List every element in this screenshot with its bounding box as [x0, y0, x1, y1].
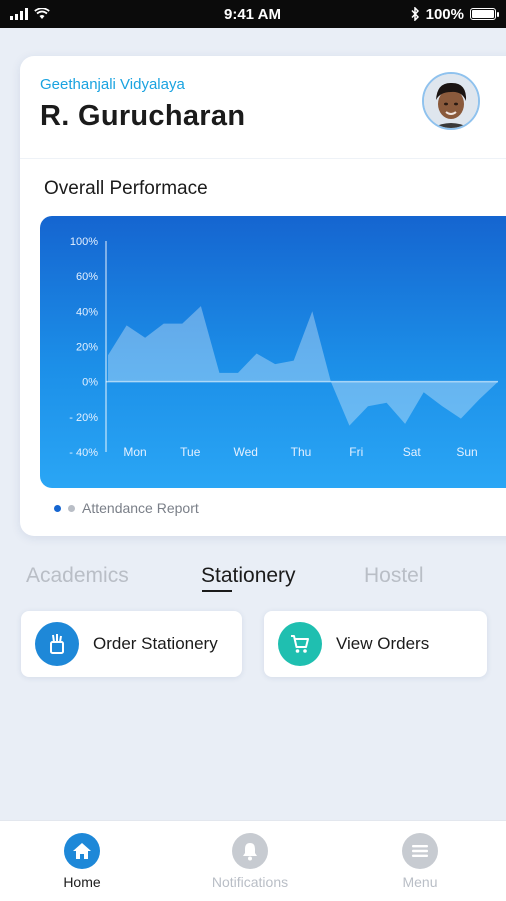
- legend-label: Attendance Report: [82, 500, 199, 516]
- x-tick-label: Thu: [291, 445, 312, 459]
- view-orders-button[interactable]: View Orders: [264, 611, 487, 677]
- x-tick-label: Mon: [123, 445, 146, 459]
- avatar[interactable]: [422, 72, 480, 130]
- status-bar: 9:41 AM 100%: [0, 0, 506, 28]
- view-orders-label: View Orders: [336, 634, 430, 653]
- legend-dot: [68, 504, 75, 512]
- y-tick-label: 60%: [76, 271, 98, 283]
- chart-legend: Attendance Report: [54, 500, 199, 516]
- status-time: 9:41 AM: [224, 5, 281, 23]
- x-tick-label: Tue: [180, 445, 201, 459]
- bell-icon: [232, 833, 268, 869]
- y-tick-label: 20%: [76, 342, 98, 354]
- header-divider: [20, 158, 506, 159]
- home-icon: [64, 833, 100, 869]
- wifi-icon: [34, 8, 50, 19]
- order-stationery-button[interactable]: Order Stationery: [21, 611, 242, 677]
- tab-academics[interactable]: Academics: [26, 564, 129, 588]
- school-name: Geethanjali Vidyalaya: [40, 76, 185, 93]
- battery-icon: [470, 8, 499, 20]
- y-tick-label: 100%: [70, 236, 98, 248]
- bluetooth-icon: [411, 7, 419, 21]
- y-tick-label: 40%: [76, 306, 98, 318]
- nav-home[interactable]: Home: [22, 833, 142, 890]
- x-tick-label: Sun: [456, 445, 477, 459]
- x-tick-label: Sat: [403, 445, 422, 459]
- legend-dot-active: [54, 504, 61, 512]
- order-stationery-label: Order Stationery: [93, 634, 218, 653]
- cart-icon: [278, 622, 322, 666]
- nav-notifications[interactable]: Notifications: [190, 833, 310, 890]
- stationery-icon: [35, 622, 79, 666]
- x-tick-label: Wed: [233, 445, 257, 459]
- y-tick-label: - 40%: [69, 447, 98, 459]
- section-tabs: Academics Stationery Hostel: [0, 560, 506, 600]
- series-area: [108, 306, 498, 426]
- x-tick-label: Fri: [349, 445, 363, 459]
- bottom-nav: Home Notifications Menu: [0, 820, 506, 901]
- nav-menu[interactable]: Menu: [360, 833, 480, 890]
- signal-icon: [10, 8, 28, 20]
- chart-svg: 100% 60% 40% 20% 0% - 20% - 40% Mon Tue Wed Thu Fri…: [69, 236, 498, 459]
- nav-notifications-label: Notifications: [211, 874, 289, 890]
- performance-chart: 100% 60% 40% 20% 0% - 20% - 40% Mon Tue Wed Thu Fri…: [40, 216, 506, 488]
- y-tick-label: 0%: [82, 377, 98, 389]
- active-tab-indicator: [202, 590, 232, 592]
- profile-card: Geethanjali Vidyalaya R. Gurucharan Over…: [20, 56, 506, 536]
- performance-title: Overall Performace: [44, 178, 208, 199]
- nav-menu-label: Menu: [402, 874, 438, 890]
- battery-percent: 100%: [425, 5, 464, 23]
- y-tick-label: - 20%: [69, 412, 98, 424]
- student-name: R. Gurucharan: [40, 100, 246, 132]
- tab-hostel[interactable]: Hostel: [364, 564, 424, 588]
- tab-stationery[interactable]: Stationery: [201, 564, 296, 588]
- menu-icon: [402, 833, 438, 869]
- nav-home-label: Home: [63, 874, 101, 890]
